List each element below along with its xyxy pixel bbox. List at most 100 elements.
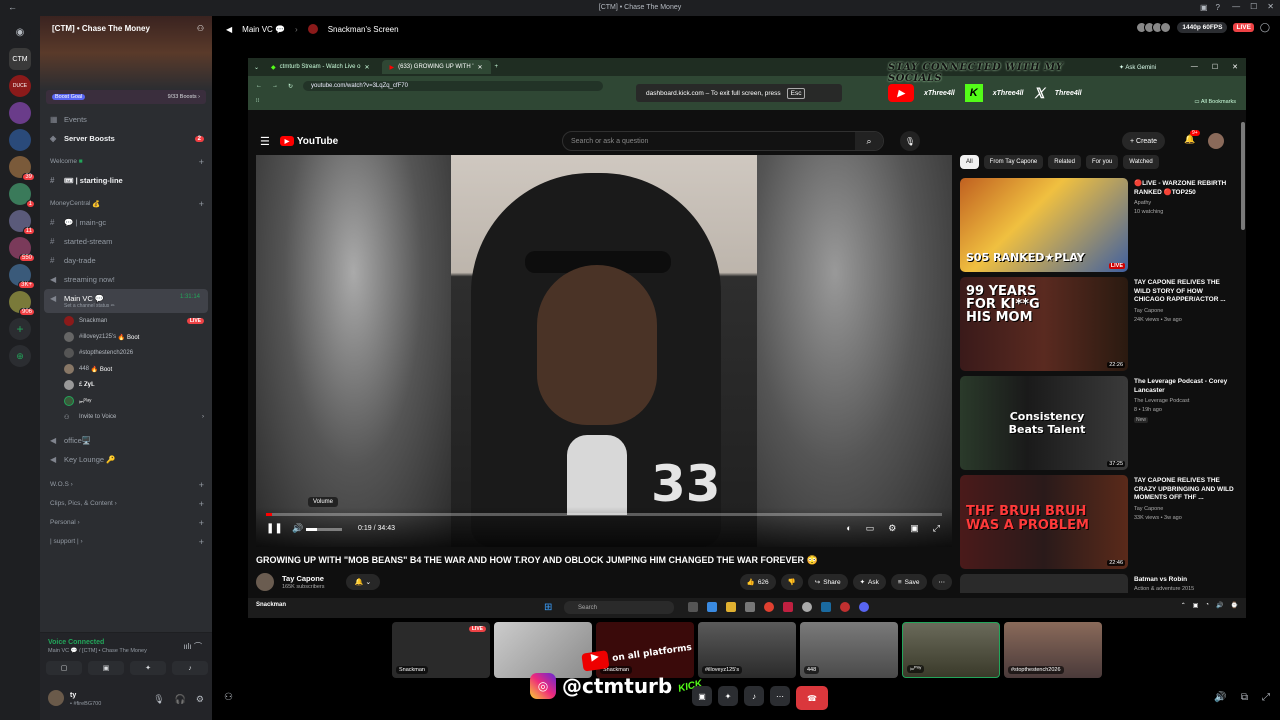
folder-icon[interactable]	[726, 602, 736, 612]
discover-icon[interactable]: ⊕	[9, 345, 31, 367]
events-item[interactable]: ▦ Events	[40, 110, 212, 129]
create-button[interactable]: + Create	[1122, 132, 1166, 150]
server-duece[interactable]: DUCE	[9, 75, 31, 97]
recommendation-item[interactable]: S05 RANKED★PLAY LIVE 🔴LIVE - WARZONE REB…	[960, 178, 1240, 273]
windows-start-icon[interactable]: ⊞	[544, 602, 552, 613]
add-member-icon[interactable]: ⚇	[197, 24, 204, 33]
settings-gear-icon[interactable]: ⚙	[196, 694, 204, 705]
channel-day-trade[interactable]: # day-trade	[40, 251, 212, 270]
stream-tile[interactable]: ᵢₘᴾˡᵃʸ	[902, 622, 1000, 678]
apps-icon[interactable]: ⁞⁞	[256, 98, 259, 104]
back-icon[interactable]: ←	[256, 83, 262, 89]
steam-icon[interactable]	[821, 602, 831, 612]
headphones-icon[interactable]: 🎧	[175, 694, 186, 705]
popout-icon[interactable]: ⧉	[1241, 692, 1248, 703]
category-welcome[interactable]: Welcome ■ +	[40, 152, 212, 171]
invite-to-voice[interactable]: ⚇ Invite to Voice ›	[40, 409, 212, 425]
screen-share-button[interactable]: ▣	[88, 661, 124, 675]
soundboard-button[interactable]: ♪	[172, 661, 208, 675]
volume-icon[interactable]: 🔊	[1214, 692, 1226, 703]
address-bar[interactable]: youtube.com/watch?v=3LqZq_cfF70	[303, 81, 604, 91]
app-icon[interactable]	[783, 602, 793, 612]
fullscreen-icon[interactable]: ⤢	[933, 523, 940, 534]
server-3[interactable]	[9, 102, 31, 124]
stream-tile[interactable]: #stopthestench2026	[1004, 622, 1102, 678]
search-icon[interactable]: ⌕	[855, 132, 883, 150]
maximize-button[interactable]: ☐	[1212, 63, 1218, 71]
close-button[interactable]: ✕	[1232, 63, 1238, 71]
add-channel-icon[interactable]: +	[199, 499, 204, 509]
reload-icon[interactable]: ↻	[288, 83, 293, 90]
server-8[interactable]: 550	[9, 237, 35, 262]
recommendation-item[interactable]: Consistency Beats Talent 37:25 The Lever…	[960, 376, 1240, 471]
add-channel-icon[interactable]: +	[199, 157, 204, 167]
like-button[interactable]: 👍 626	[739, 574, 776, 590]
channel-started-stream[interactable]: # started-stream	[40, 232, 212, 251]
voice-user[interactable]: ᵢₘᴾˡᵃʸ	[40, 393, 212, 409]
share-button[interactable]: ↪ Share	[807, 574, 848, 590]
server-ctm[interactable]: CTM	[9, 48, 31, 70]
server-boosts-item[interactable]: ◈ Server Boosts 2	[40, 129, 212, 148]
close-tab-icon[interactable]: ✕	[478, 64, 483, 71]
voice-user[interactable]: £ 𝐙𝐲𝐋	[40, 377, 212, 393]
chip-for-you[interactable]: For you	[1085, 155, 1119, 169]
chip-all[interactable]: All	[960, 155, 979, 169]
notifications-bell-icon[interactable]: 🔔 9+	[1184, 130, 1200, 145]
volume-slider[interactable]	[306, 528, 342, 531]
fullscreen-icon[interactable]: ⤢	[1262, 692, 1270, 703]
screen-share-button[interactable]: ▣	[692, 686, 712, 706]
stream-tile[interactable]: LIVE Snackman	[392, 622, 490, 678]
settings-gear-icon[interactable]: ⚙	[888, 523, 896, 534]
server-7[interactable]: 11	[9, 210, 35, 235]
activities-button[interactable]: ✦	[718, 686, 738, 706]
stream-tile[interactable]: 448	[800, 622, 898, 678]
ask-button[interactable]: ✦ Ask	[852, 574, 886, 590]
save-button[interactable]: ≡ Save	[890, 574, 927, 590]
pause-icon[interactable]: ❚❚	[266, 523, 283, 534]
subscribed-button[interactable]: 🔔 ⌄	[346, 574, 380, 590]
miniplayer-icon[interactable]: ▣	[910, 523, 919, 534]
avatar[interactable]	[48, 690, 64, 706]
new-tab-icon[interactable]: +	[495, 64, 499, 70]
add-channel-icon[interactable]: +	[199, 199, 204, 209]
recommendation-item[interactable]: 99 YEARS FOR KI**G HIS MOM 22:26 TAY CAP…	[960, 277, 1240, 372]
stream-quality-badge[interactable]: 1440p 60FPS	[1177, 22, 1228, 33]
microphone-icon[interactable]: 🎙	[153, 694, 164, 705]
disconnect-button[interactable]: ☎	[796, 686, 828, 710]
add-channel-icon[interactable]: +	[199, 537, 204, 547]
discord-home-icon[interactable]: ◉	[9, 21, 31, 43]
soundboard-button[interactable]: ♪	[744, 686, 764, 706]
tray-chevron-icon[interactable]: ⌃	[1181, 602, 1186, 609]
recommendation-item[interactable]: Batman vs Robin Action & adventure 2015	[960, 574, 1240, 593]
category-personal[interactable]: Personal › +	[40, 513, 212, 532]
add-server-icon[interactable]: +	[9, 318, 31, 340]
taskbar-search[interactable]: Search	[564, 601, 674, 614]
subtitles-icon[interactable]: ▭	[866, 523, 875, 534]
voice-search-icon[interactable]: 🎙	[900, 131, 920, 151]
server-4[interactable]	[9, 129, 31, 151]
maximize-button[interactable]: ☐	[1250, 2, 1257, 11]
voice-user[interactable]: #illoveyz125's 🔥 Boot	[40, 329, 212, 345]
invite-icon[interactable]: ⚇	[224, 692, 233, 703]
chip-from-channel[interactable]: From Tay Capone	[983, 155, 1044, 169]
category-moneycentral[interactable]: MoneyCentral 💰 +	[40, 194, 212, 213]
dislike-button[interactable]: 👎	[780, 574, 803, 590]
category-support[interactable]: | support | › +	[40, 532, 212, 551]
noise-suppression-icon[interactable]: ıılı ⌒	[183, 641, 202, 652]
voice-user[interactable]: #stopthestench2026	[40, 345, 212, 361]
autoplay-toggle[interactable]: ◐	[846, 523, 851, 534]
more-options-button[interactable]: ⋯	[770, 686, 790, 706]
voice-channel-office[interactable]: ◀ office🖥️	[40, 431, 212, 450]
wifi-icon[interactable]: ◔	[1205, 602, 1209, 609]
discord-icon[interactable]	[859, 602, 869, 612]
add-channel-icon[interactable]: +	[199, 518, 204, 528]
ask-gemini-button[interactable]: ✦ Ask Gemini	[1119, 64, 1156, 71]
activities-button[interactable]: ✦	[130, 661, 166, 675]
chip-watched[interactable]: Watched	[1123, 155, 1159, 169]
edge-icon[interactable]	[707, 602, 717, 612]
channel-streaming-now[interactable]: ◀ streaming now!	[40, 270, 212, 289]
server-name[interactable]: [CTM] • Chase The Money	[52, 24, 150, 33]
close-tab-icon[interactable]: ✕	[364, 64, 369, 71]
minimize-button[interactable]: —	[1232, 2, 1240, 11]
server-5[interactable]: 39	[9, 156, 35, 181]
